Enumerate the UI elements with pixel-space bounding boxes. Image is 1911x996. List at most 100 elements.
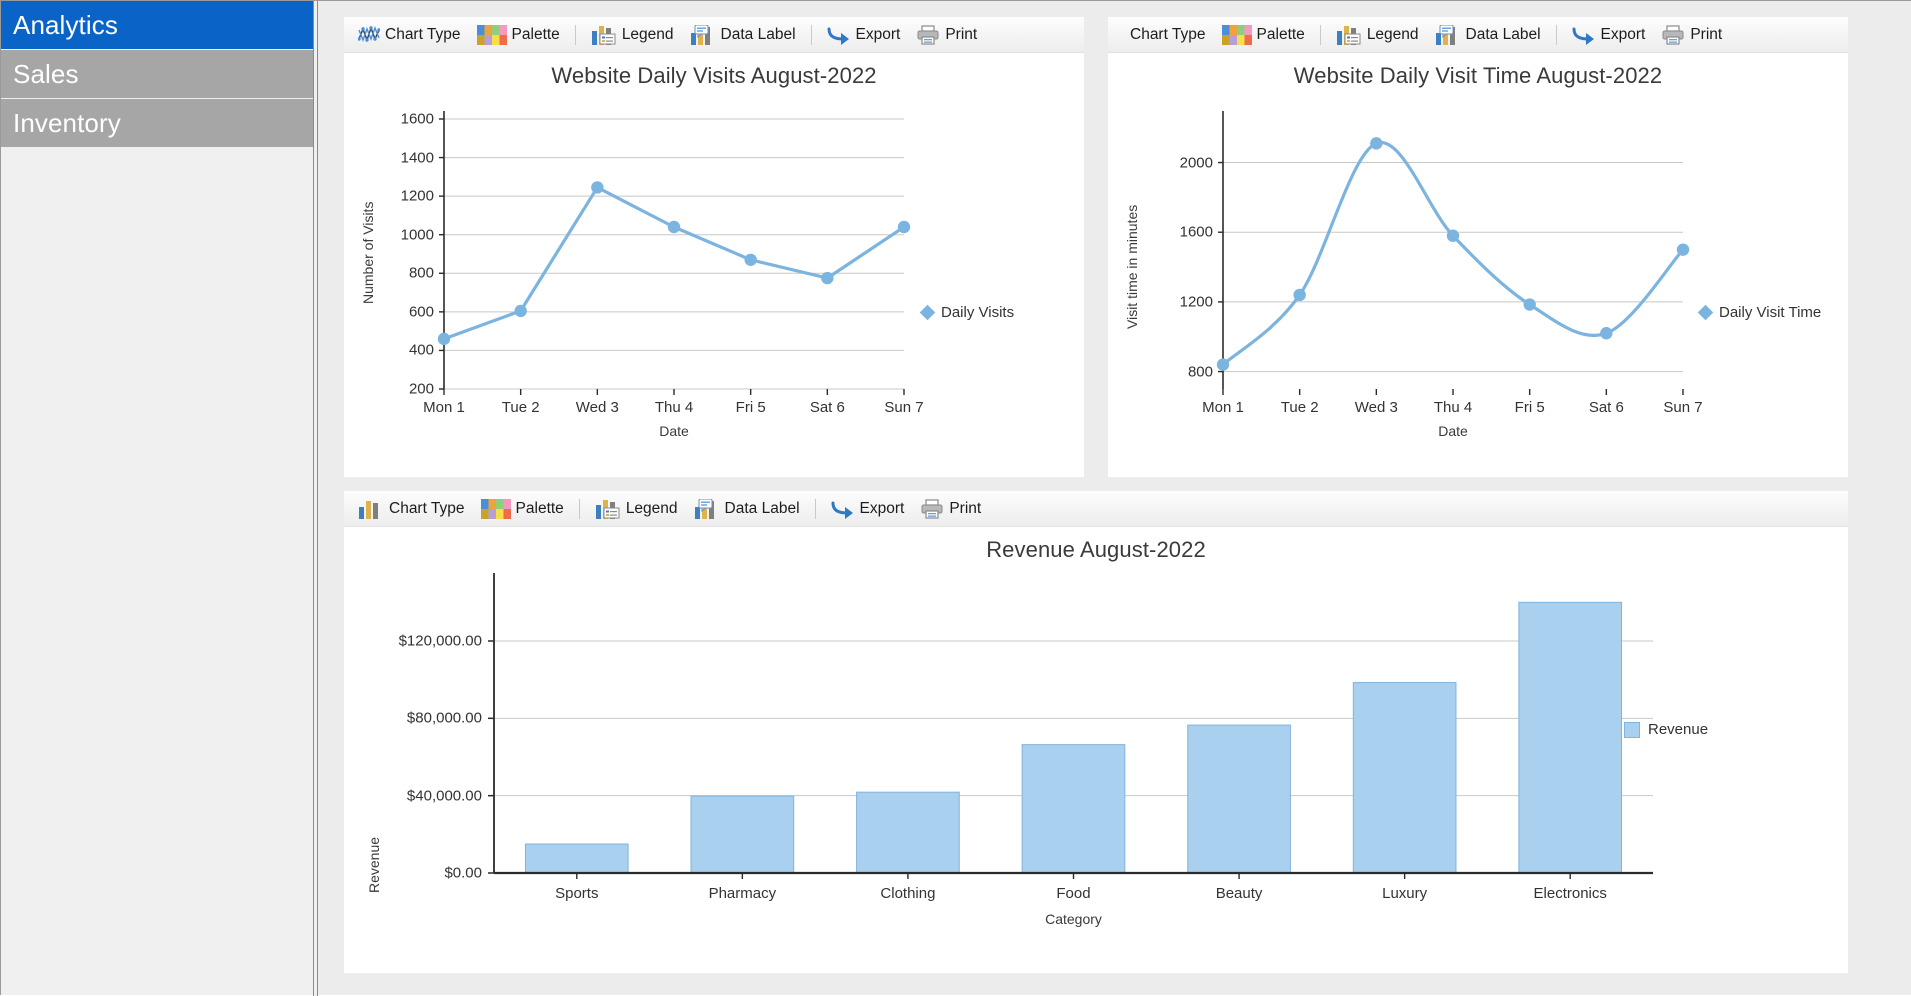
chart-type-button[interactable]: Chart Type xyxy=(350,21,469,49)
legend-label: Legend xyxy=(1366,25,1419,43)
x-axis-tick-label: Beauty xyxy=(1215,885,1263,902)
data-label-button[interactable]: Data Label xyxy=(1427,21,1549,49)
legend-label: Daily Visit Time xyxy=(1719,304,1822,321)
y-axis-tick-label: 600 xyxy=(408,303,434,321)
toolbar-separator xyxy=(1555,24,1557,45)
x-axis-title: Category xyxy=(1045,911,1102,927)
printer-icon xyxy=(920,498,944,519)
export-button[interactable]: Export xyxy=(823,495,913,523)
export-button[interactable]: Export xyxy=(819,21,909,49)
palette-button[interactable]: Palette xyxy=(1214,21,1313,49)
panel-daily-visit-time: Chart Type Palette Legend Data Label Exp… xyxy=(1108,17,1848,477)
y-axis-tick-label: $40,000.00 xyxy=(406,787,482,805)
y-axis-tick-label: 400 xyxy=(408,341,434,359)
x-axis-tick-label: Tue 2 xyxy=(501,399,540,416)
x-axis-tick-label: Tue 2 xyxy=(1280,399,1319,416)
print-label: Print xyxy=(1690,25,1723,43)
chart-toolbar-revenue: Chart Type Palette Legend Data Label Exp… xyxy=(344,491,1848,527)
toolbar-separator xyxy=(810,24,812,45)
chart-title: Website Daily Visits August-2022 xyxy=(551,63,877,88)
chart-legend[interactable]: Daily Visits xyxy=(919,304,1015,321)
panel-daily-visits: Chart Type Palette Legend Data Label Exp… xyxy=(344,17,1084,477)
x-axis-tick-label: Luxury xyxy=(1382,885,1428,902)
x-axis-title: Date xyxy=(659,423,689,439)
print-button[interactable]: Print xyxy=(1653,21,1730,49)
toolbar-separator xyxy=(1319,24,1321,45)
chart-legend[interactable]: Revenue xyxy=(1624,721,1708,738)
x-axis-title: Date xyxy=(1438,423,1468,439)
x-axis-tick-label: Thu 4 xyxy=(654,399,694,416)
chart-svg xyxy=(1216,111,1690,395)
sidebar-item-sales[interactable]: Sales xyxy=(1,50,318,98)
x-axis-tick-label: Sports xyxy=(555,885,599,902)
y-axis-tick-label: $80,000.00 xyxy=(406,709,482,727)
x-axis-tick-label: Wed 3 xyxy=(1354,399,1398,416)
x-axis-tick-label: Thu 4 xyxy=(1433,399,1473,416)
sidebar-item-label: Sales xyxy=(13,59,79,89)
chart-plot-area-daily-visit-time: 800 1200 1600 2000 Mon 1 Tue 2 Wed 3 Thu 4 Fri 5… xyxy=(1108,89,1848,477)
palette-label: Palette xyxy=(515,499,564,517)
legend-button[interactable]: Legend xyxy=(587,495,686,523)
export-label: Export xyxy=(1600,25,1646,43)
x-axis-tick-label: Sat 6 xyxy=(1588,399,1624,416)
x-axis-tick-label: Clothing xyxy=(880,885,936,902)
x-axis-tick-label: Mon 1 xyxy=(423,399,465,416)
content-area: Chart Type Palette Legend Data Label Exp… xyxy=(318,0,1911,995)
x-axis-tick-label: Mon 1 xyxy=(1202,399,1244,416)
x-axis-tick-label: Wed 3 xyxy=(575,399,619,416)
legend-marker-icon xyxy=(919,304,936,321)
chart-type-button[interactable]: Chart Type xyxy=(1122,21,1214,49)
print-button[interactable]: Print xyxy=(908,21,985,49)
data-label-icon xyxy=(1435,24,1461,45)
y-axis-tick-label: 1200 xyxy=(400,187,434,205)
data-label-button[interactable]: Data Label xyxy=(686,495,808,523)
data-label-icon xyxy=(694,498,720,519)
palette-button[interactable]: Palette xyxy=(469,21,568,49)
sidebar-item-label: Analytics xyxy=(13,10,118,40)
chart-legend[interactable]: Daily Visit Time xyxy=(1697,304,1822,321)
y-axis-tick-label: 1600 xyxy=(400,110,434,128)
data-label-button[interactable]: Data Label xyxy=(682,21,804,49)
app-window: Analytics Sales Inventory Chart Type Pal… xyxy=(0,0,1911,996)
legend-icon xyxy=(1336,25,1362,45)
legend-label: Legend xyxy=(621,25,674,43)
legend-label: Daily Visits xyxy=(941,304,1015,321)
print-button[interactable]: Print xyxy=(912,495,989,523)
printer-icon xyxy=(1661,24,1685,45)
chart-toolbar-daily-visits: Chart Type Palette Legend Data Label Exp… xyxy=(344,17,1084,53)
export-label: Export xyxy=(855,25,901,43)
chart-svg xyxy=(437,111,911,395)
chart-type-button[interactable]: Chart Type xyxy=(350,495,473,523)
legend-button[interactable]: Legend xyxy=(1328,21,1427,49)
y-axis-title: Revenue xyxy=(366,836,382,893)
panel-revenue: Chart Type Palette Legend Data Label Exp… xyxy=(344,491,1848,973)
export-button[interactable]: Export xyxy=(1564,21,1654,49)
chart-title: Website Daily Visit Time August-2022 xyxy=(1293,63,1663,88)
export-label: Export xyxy=(859,499,905,517)
sidebar-item-label: Inventory xyxy=(13,108,121,138)
y-axis-tick-label: 800 xyxy=(408,264,434,282)
chart-type-label: Chart Type xyxy=(385,25,461,43)
legend-icon xyxy=(591,25,617,45)
y-axis-tick-label: 1000 xyxy=(400,226,434,244)
x-axis-tick-label: Sat 6 xyxy=(809,399,845,416)
column-chart-icon xyxy=(358,499,384,519)
chart-toolbar-daily-visit-time: Chart Type Palette Legend Data Label Exp… xyxy=(1108,17,1848,53)
print-label: Print xyxy=(945,25,978,43)
sidebar-item-inventory[interactable]: Inventory xyxy=(1,99,318,147)
legend-button[interactable]: Legend xyxy=(583,21,682,49)
export-arrow-icon xyxy=(827,25,851,45)
x-axis-tick-label: Electronics xyxy=(1533,885,1607,902)
x-axis-tick-label: Sun 7 xyxy=(1663,399,1703,416)
sidebar-item-analytics[interactable]: Analytics xyxy=(1,1,318,49)
chart-type-label: Chart Type xyxy=(1130,25,1206,43)
legend-icon xyxy=(595,499,621,519)
palette-icon xyxy=(480,498,511,519)
toolbar-separator xyxy=(814,498,816,519)
palette-button[interactable]: Palette xyxy=(473,495,572,523)
palette-icon xyxy=(1221,24,1252,45)
palette-label: Palette xyxy=(511,25,560,43)
data-label-label: Data Label xyxy=(1465,25,1541,43)
data-label-label: Data Label xyxy=(724,499,800,517)
y-axis-tick-label: 800 xyxy=(1187,363,1213,381)
